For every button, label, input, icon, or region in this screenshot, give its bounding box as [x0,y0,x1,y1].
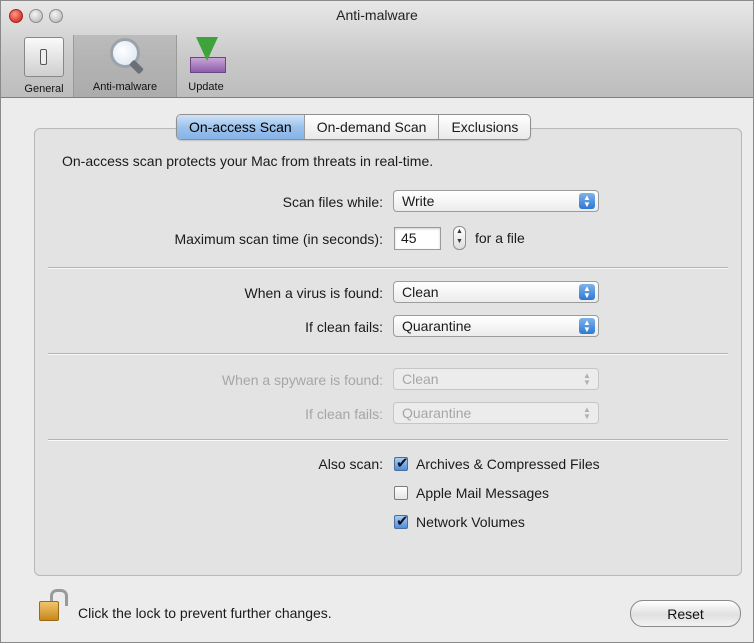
on-access-description: On-access scan protects your Mac from th… [62,153,434,169]
tab-on-access-scan[interactable]: On-access Scan [177,115,305,139]
toolbar-item-label: Anti-malware [92,81,158,93]
spyware-clean-fails-label: If clean fails: [305,406,383,422]
popup-arrows-icon: ▲ ▼ [579,318,595,334]
preferences-window: Anti-malware General Anti-malware Update… [0,0,754,643]
toolbar-item-anti-malware[interactable]: Anti-malware [73,35,177,97]
scan-files-select[interactable]: Write ▲ ▼ [393,190,599,212]
switch-icon [24,37,64,77]
toolbar-item-update[interactable]: Update [178,35,234,97]
popup-arrows-icon: ▲ ▼ [583,405,591,421]
popup-arrows-icon: ▲ ▼ [579,284,595,300]
apple-mail-checkbox[interactable] [394,486,408,500]
divider [48,439,728,441]
virus-found-label: When a virus is found: [244,285,383,301]
tab-on-demand-scan[interactable]: On-demand Scan [305,115,440,139]
archives-checkbox[interactable] [394,454,409,472]
network-volumes-checkbox-label[interactable]: Network Volumes [416,514,525,530]
spyware-found-label: When a spyware is found: [221,372,383,388]
popup-arrows-icon: ▲ ▼ [583,371,591,387]
virus-clean-fails-label: If clean fails: [305,319,383,335]
virus-clean-fails-value: Quarantine [402,318,472,334]
title-bar: Anti-malware General Anti-malware Update [1,1,753,98]
tab-panel [34,128,742,576]
divider [48,267,728,269]
spyware-clean-fails-value: Quarantine [402,405,472,421]
tab-exclusions[interactable]: Exclusions [439,115,530,139]
network-volumes-checkbox[interactable] [394,512,409,530]
virus-found-select[interactable]: Clean ▲ ▼ [393,281,599,303]
spyware-found-select[interactable]: Clean ▲ ▼ [393,368,599,390]
toolbar-item-label: General [24,83,64,95]
window-title: Anti-malware [336,7,418,23]
max-scan-time-label: Maximum scan time (in seconds): [174,231,383,247]
divider [48,353,728,355]
lock-message: Click the lock to prevent further change… [78,605,332,621]
virus-found-value: Clean [402,284,439,300]
magnifier-icon [105,35,145,75]
lock-icon[interactable] [37,589,69,625]
max-scan-time-input[interactable]: 45 [394,227,441,250]
toolbar-item-general[interactable]: General [15,35,73,97]
tab-bar: On-access Scan On-demand Scan Exclusions [176,114,532,140]
virus-clean-fails-select[interactable]: Quarantine ▲ ▼ [393,315,599,337]
archives-checkbox-label[interactable]: Archives & Compressed Files [416,456,600,472]
apple-mail-checkbox-label[interactable]: Apple Mail Messages [416,485,549,501]
scan-files-label: Scan files while: [282,194,383,210]
max-scan-time-stepper[interactable]: ▲ ▼ [453,226,466,250]
max-scan-time-suffix: for a file [475,230,525,246]
popup-arrows-icon: ▲ ▼ [579,193,595,209]
scan-files-value: Write [402,193,435,209]
download-arrow-icon [186,35,226,75]
spyware-found-value: Clean [402,371,439,387]
toolbar-item-label: Update [188,81,224,93]
reset-button[interactable]: Reset [630,600,741,627]
also-scan-label: Also scan: [318,456,383,472]
spyware-clean-fails-select[interactable]: Quarantine ▲ ▼ [393,402,599,424]
